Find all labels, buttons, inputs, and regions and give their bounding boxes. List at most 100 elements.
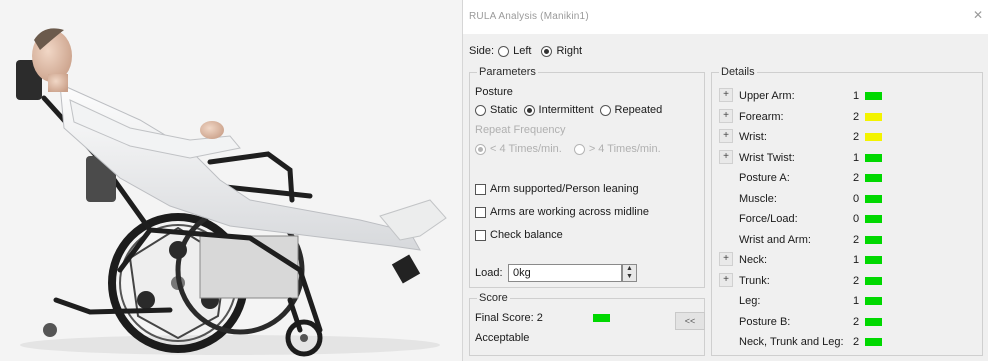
expand-icon[interactable]: + xyxy=(719,108,733,123)
check-midline[interactable]: Arms are working across midline xyxy=(475,206,649,218)
expand-icon[interactable]: + xyxy=(719,149,733,164)
load-spinner[interactable]: ▲ ▼ xyxy=(622,264,637,282)
load-input[interactable]: 0kg xyxy=(508,264,622,282)
check-balance-label[interactable]: Check balance xyxy=(490,229,563,241)
detail-label: Upper Arm: xyxy=(739,90,795,102)
posture-label: Posture xyxy=(475,86,513,98)
detail-label: Force/Load: xyxy=(739,213,798,225)
detail-value: 1 xyxy=(853,254,860,266)
details-legend: Details xyxy=(719,66,757,78)
detail-row: Posture A: 2 xyxy=(711,168,981,188)
detail-score-chip xyxy=(865,297,882,305)
posture-static-label[interactable]: Static xyxy=(490,104,518,116)
check-balance-checkbox[interactable] xyxy=(475,229,486,241)
manikin xyxy=(32,28,447,251)
load-label: Load: xyxy=(475,267,503,279)
detail-score-chip xyxy=(865,276,882,285)
detail-label: Forearm: xyxy=(739,110,784,123)
repeat-more-label[interactable]: > 4 Times/min. xyxy=(589,143,661,155)
details-list: + Upper Arm: 1 + Forearm: 2 + Wrist: 2 + Wrist Twi… xyxy=(711,86,983,356)
detail-value: 2 xyxy=(853,315,860,328)
side-label: Side: xyxy=(469,45,495,57)
detail-label: Leg: xyxy=(739,295,761,307)
side-selector: Side: Left Right xyxy=(469,45,582,57)
posture-options: Static Intermittent Repeated xyxy=(475,104,662,116)
detail-row: + Forearm: 2 xyxy=(711,107,981,127)
detail-value: 2 xyxy=(853,172,860,184)
detail-score-chip xyxy=(865,92,882,100)
side-right-radio[interactable] xyxy=(541,45,553,57)
final-score-chip xyxy=(593,314,610,322)
posture-intermittent-radio[interactable] xyxy=(523,104,535,116)
detail-row: Neck, Trunk and Leg: 2 xyxy=(711,332,981,352)
detail-score-chip xyxy=(865,112,882,121)
midline-checkbox[interactable] xyxy=(475,206,486,218)
score-verdict: Acceptable xyxy=(475,332,530,344)
posture-repeated-radio[interactable] xyxy=(599,104,611,116)
parameters-legend: Parameters xyxy=(477,66,538,78)
detail-label: Wrist and Arm: xyxy=(739,233,811,246)
spin-down-icon[interactable]: ▼ xyxy=(623,273,636,281)
expand-icon[interactable]: + xyxy=(719,252,733,266)
expand-icon[interactable]: + xyxy=(719,129,733,143)
detail-label: Wrist Twist: xyxy=(739,151,795,164)
detail-row: Leg: 1 xyxy=(711,291,981,311)
3d-viewport[interactable] xyxy=(0,0,462,361)
check-arm-supported[interactable]: Arm supported/Person leaning xyxy=(475,183,639,195)
detail-row: Wrist and Arm: 2 xyxy=(711,230,981,250)
repeat-less-label[interactable]: < 4 Times/min. xyxy=(490,143,562,155)
detail-row: + Wrist: 2 xyxy=(711,127,981,147)
midline-label[interactable]: Arms are working across midline xyxy=(490,206,649,218)
check-balance[interactable]: Check balance xyxy=(475,229,563,241)
detail-score-chip xyxy=(865,153,882,162)
posture-repeated-label[interactable]: Repeated xyxy=(615,104,663,116)
repeat-more-radio[interactable] xyxy=(573,143,585,155)
detail-score-chip xyxy=(865,133,882,141)
arm-supported-checkbox[interactable] xyxy=(475,183,486,195)
detail-label: Muscle: xyxy=(739,192,777,205)
detail-label: Posture A: xyxy=(739,172,790,184)
repeat-frequency-label: Repeat Frequency xyxy=(475,124,566,136)
detail-score-chip xyxy=(865,256,882,264)
detail-score-chip xyxy=(865,194,882,203)
window-title: RULA Analysis (Manikin1) xyxy=(469,11,589,22)
close-icon[interactable]: ✕ xyxy=(971,8,985,24)
detail-label: Neck, Trunk and Leg: xyxy=(739,336,844,348)
final-score-label: Final Score: 2 xyxy=(475,312,543,324)
detail-score-chip xyxy=(865,338,882,346)
detail-row: + Trunk: 2 xyxy=(711,271,981,291)
detail-label: Neck: xyxy=(739,254,768,266)
title-bar[interactable]: RULA Analysis (Manikin1) ✕ xyxy=(463,0,988,34)
arm-supported-label[interactable]: Arm supported/Person leaning xyxy=(490,183,639,195)
detail-value: 2 xyxy=(853,274,860,287)
detail-value: 2 xyxy=(853,233,860,246)
detail-label: Wrist: xyxy=(739,131,767,143)
side-left-radio[interactable] xyxy=(498,45,510,57)
detail-row: + Upper Arm: 1 xyxy=(711,86,981,106)
spin-up-icon[interactable]: ▲ xyxy=(623,265,636,273)
collapse-details-button[interactable]: << xyxy=(675,312,705,330)
side-left-label[interactable]: Left xyxy=(513,45,531,57)
detail-row: Muscle: 0 xyxy=(711,189,981,209)
detail-value: 1 xyxy=(853,151,860,164)
detail-score-chip xyxy=(865,317,882,326)
expand-icon[interactable]: + xyxy=(719,88,733,102)
detail-value: 0 xyxy=(853,213,860,225)
detail-value: 2 xyxy=(853,110,860,123)
score-group xyxy=(469,298,705,356)
detail-row: + Wrist Twist: 1 xyxy=(711,148,981,168)
detail-value: 1 xyxy=(853,295,860,307)
rula-analysis-dialog: RULA Analysis (Manikin1) ✕ Side: Left Ri… xyxy=(462,0,988,361)
side-right-label[interactable]: Right xyxy=(556,45,582,57)
detail-row: Force/Load: 0 xyxy=(711,209,981,229)
detail-score-chip xyxy=(865,235,882,244)
detail-value: 2 xyxy=(853,336,860,348)
detail-value: 1 xyxy=(853,90,860,102)
posture-intermittent-label[interactable]: Intermittent xyxy=(539,104,594,116)
detail-label: Posture B: xyxy=(739,315,791,328)
repeat-less-radio[interactable] xyxy=(475,143,486,155)
posture-static-radio[interactable] xyxy=(475,104,486,116)
expand-icon[interactable]: + xyxy=(719,272,733,287)
detail-label: Trunk: xyxy=(739,274,770,287)
detail-value: 0 xyxy=(853,192,860,205)
